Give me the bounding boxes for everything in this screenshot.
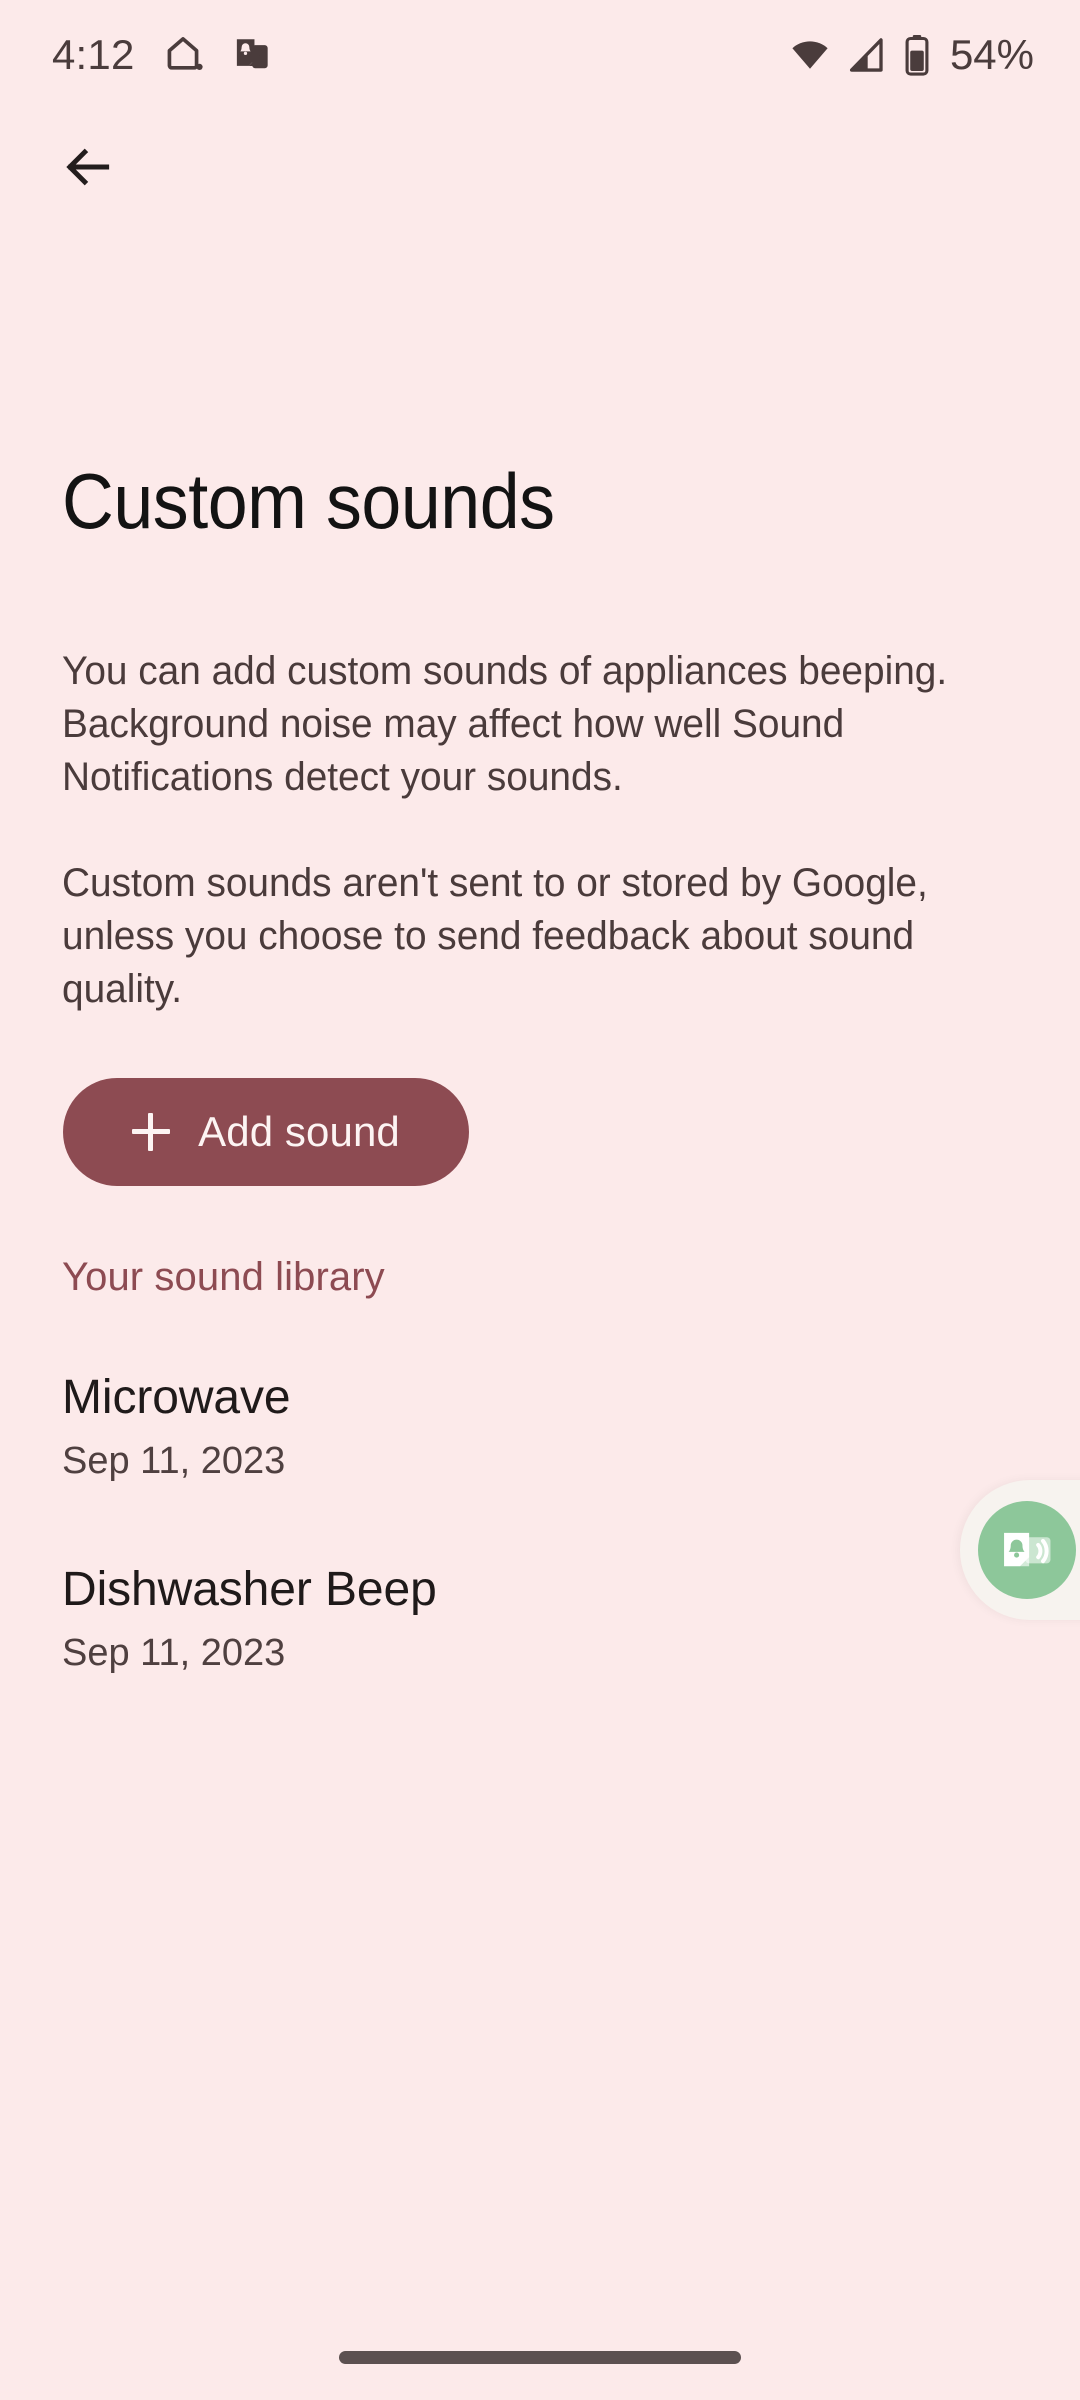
list-item[interactable]: Microwave Sep 11, 2023 [0,1370,1080,1484]
sound-library-section-title: Your sound library [62,1255,385,1300]
sound-library-list: Microwave Sep 11, 2023 Dishwasher Beep S… [0,1370,1080,1754]
page-title: Custom sounds [62,460,927,543]
status-bar: 4:12 [0,0,1080,110]
sound-notifications-icon [231,33,275,77]
wifi-icon [788,33,832,77]
description-block: You can add custom sounds of appliances … [62,645,1062,1016]
sound-name: Dishwasher Beep [62,1562,1018,1619]
arrow-back-icon [60,139,116,198]
status-bar-right: 54% [788,33,1034,77]
add-sound-button[interactable]: Add sound [63,1078,469,1186]
status-bar-clock: 4:12 [52,34,135,76]
status-bar-left: 4:12 [52,33,275,77]
sound-date: Sep 11, 2023 [62,1631,1018,1677]
sound-date: Sep 11, 2023 [62,1439,1018,1485]
plus-icon [132,1113,170,1151]
list-item[interactable]: Dishwasher Beep Sep 11, 2023 [0,1562,1080,1676]
add-sound-label: Add sound [198,1111,400,1153]
sound-name: Microwave [62,1370,1018,1427]
home-icon [161,33,205,77]
description-paragraph-2: Custom sounds aren't sent to or stored b… [62,857,1032,1016]
top-app-bar [0,108,1080,228]
cellular-signal-icon [846,34,888,76]
battery-percent-label: 54% [950,34,1034,76]
home-gesture-bar[interactable] [339,2351,741,2364]
back-button[interactable] [44,124,132,212]
battery-icon [902,33,932,77]
sound-notifications-bubble-icon [978,1501,1076,1599]
description-paragraph-1: You can add custom sounds of appliances … [62,645,1032,804]
